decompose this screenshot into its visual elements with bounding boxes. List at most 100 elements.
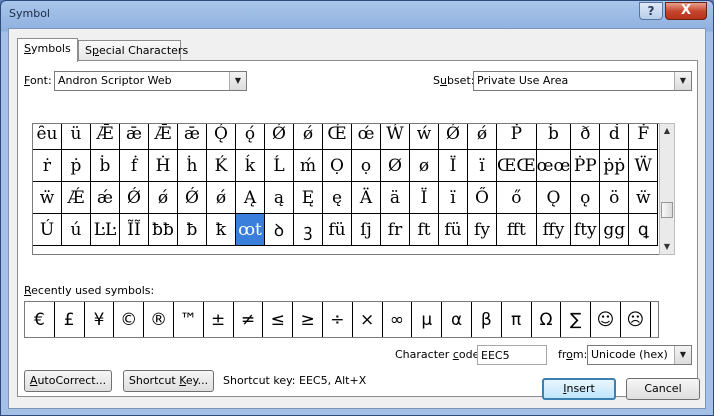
symbol-cell[interactable]: ft <box>409 213 439 246</box>
scroll-up-icon[interactable]: ▲ <box>660 124 674 138</box>
symbol-cell[interactable]: ő <box>496 181 537 214</box>
symbol-cell[interactable]: ḣ <box>177 149 207 182</box>
symbol-cell[interactable]: Ǿ <box>264 124 294 150</box>
recent-symbol-cell[interactable]: β <box>470 302 502 337</box>
font-combobox[interactable]: Andron Scriptor Web ▼ <box>54 71 247 91</box>
symbol-cell[interactable]: ǽ <box>90 181 120 214</box>
symbol-cell[interactable]: Ą <box>235 181 265 214</box>
symbol-cell[interactable]: Ǫ <box>535 181 572 214</box>
symbol-cell[interactable]: Ä <box>351 181 381 214</box>
symbol-grid[interactable]: ȇu ü Ǣǣ Ǣǣ Ǫ́ ǫ́ Ǿǿ Œ́ œ́ Ẃẃ Ǿǿ Ṗḃ ð ḋ Ḟṙ ṗ ḃ ḟ Ḣḣ Ḱḱ Ĺḿ Ọọ Øø… <box>32 123 674 255</box>
symbol-cell[interactable]: ẅ <box>33 181 62 214</box>
symbol-cell[interactable]: ẃ <box>409 124 439 150</box>
symbol-cell[interactable]: Ĺ <box>264 149 294 182</box>
symbol-cell[interactable]: fy <box>467 213 497 246</box>
symbol-cell[interactable]: Ṗ <box>496 124 537 150</box>
recent-symbol-cell[interactable]: α <box>441 302 472 337</box>
symbol-cell[interactable]: ü <box>61 124 91 150</box>
scroll-down-icon[interactable]: ▼ <box>660 240 674 254</box>
symbol-cell[interactable]: gg <box>599 213 630 246</box>
symbol-cell[interactable]: ꝺ <box>264 213 294 246</box>
help-button[interactable]: ? <box>639 2 663 20</box>
recent-symbol-cell[interactable]: ÷ <box>321 302 353 337</box>
symbol-cell[interactable]: ø <box>409 149 439 182</box>
chevron-down-icon[interactable]: ▼ <box>674 72 691 90</box>
insert-button[interactable]: Insert <box>542 378 616 400</box>
symbol-cell[interactable]: Ḟ <box>628 124 659 150</box>
symbol-cell[interactable]: œœ <box>535 149 572 182</box>
recent-symbol-cell[interactable]: × <box>351 302 383 337</box>
symbol-cell[interactable]: ą <box>264 181 294 214</box>
scroll-thumb[interactable] <box>661 202 673 218</box>
recent-symbol-cell[interactable]: ≠ <box>232 302 264 337</box>
character-code-input[interactable]: EEC5 <box>477 345 547 365</box>
recent-symbol-cell[interactable]: ☺ <box>590 302 621 337</box>
symbol-cell[interactable]: fü <box>322 213 352 246</box>
symbol-cell[interactable]: Ǣ <box>148 124 178 150</box>
symbol-cell[interactable]: ï <box>467 149 497 182</box>
recent-symbol-cell[interactable]: Ω <box>530 302 562 337</box>
symbol-cell[interactable]: ḃ <box>90 149 120 182</box>
symbol-cell[interactable]: Ǿ <box>177 181 207 214</box>
symbol-cell[interactable]: ḿ <box>293 149 323 182</box>
symbol-cell[interactable]: ṖP <box>570 149 601 182</box>
symbol-cell[interactable]: ffy <box>535 213 572 246</box>
recent-symbol-cell[interactable]: π <box>500 302 532 337</box>
symbol-cell[interactable]: ṗ <box>61 149 91 182</box>
symbol-cell[interactable]: Ø <box>380 149 410 182</box>
symbol-cell[interactable]: Œ́ <box>322 124 352 150</box>
symbol-cell[interactable]: Ő <box>467 181 497 214</box>
recent-symbol-cell[interactable]: µ <box>411 302 443 337</box>
recent-symbol-cell[interactable]: ± <box>202 302 234 337</box>
recent-symbol-cell[interactable]: £ <box>53 302 85 337</box>
symbol-cell[interactable]: ǿ <box>467 124 497 150</box>
symbol-cell[interactable]: ḱ <box>235 149 265 182</box>
recent-symbol-cell[interactable]: © <box>113 302 145 337</box>
symbol-cell[interactable]: Ú <box>33 213 62 246</box>
symbol-cell[interactable]: Ǽ <box>61 181 91 214</box>
shortcut-key-button[interactable]: Shortcut Key... <box>123 370 214 392</box>
recent-symbol-cell[interactable]: ≤ <box>262 302 294 337</box>
recent-symbol-cell[interactable]: ∞ <box>381 302 413 337</box>
symbol-cell[interactable]: Ẅ <box>628 149 659 182</box>
cancel-button[interactable]: Cancel <box>626 378 700 400</box>
recent-symbol-cell[interactable]: € <box>25 302 55 337</box>
symbol-cell[interactable]: ä <box>380 181 410 214</box>
symbol-cell[interactable]: ꝁ <box>206 213 236 246</box>
symbol-cell[interactable]: Ę <box>293 181 323 214</box>
symbol-cell[interactable]: fr <box>380 213 410 246</box>
symbol-cell[interactable]: Ẃ <box>380 124 410 150</box>
symbol-cell[interactable]: ĨĨ <box>119 213 149 246</box>
symbol-cell[interactable]: Ï <box>438 149 468 182</box>
symbol-cell[interactable]: Ǣ <box>90 124 120 150</box>
symbol-cell[interactable]: fft <box>496 213 537 246</box>
symbol-grid-scrollbar[interactable]: ▲ ▼ <box>659 123 675 255</box>
symbol-cell[interactable]: ǫ <box>570 181 601 214</box>
recent-symbol-cell[interactable]: ≥ <box>292 302 323 337</box>
symbol-cell[interactable]: ḃ <box>535 124 572 150</box>
from-combobox[interactable]: Unicode (hex) ▼ <box>587 345 692 365</box>
symbol-cell[interactable]: ƀ <box>177 213 207 246</box>
symbol-cell[interactable]: fü <box>438 213 468 246</box>
symbol-cell[interactable]: Ọ <box>322 149 352 182</box>
symbol-cell[interactable]: ẅ <box>628 181 659 214</box>
symbol-cell[interactable]: ǣ <box>177 124 207 150</box>
symbol-cell[interactable]: ŒŒ <box>496 149 537 182</box>
symbol-cell[interactable]: ǣ <box>119 124 149 150</box>
symbol-cell[interactable]: Ḣ <box>148 149 178 182</box>
symbol-cell[interactable]: ḟ <box>119 149 149 182</box>
recent-symbol-cell[interactable]: ∑ <box>560 302 592 337</box>
symbol-cell[interactable]: œ́ <box>351 124 381 150</box>
close-button[interactable]: X <box>665 2 707 20</box>
recent-symbols[interactable]: € £ ¥ © ® ™ ± ≠ ≤ ≥ ÷ × ∞ µ α β π Ω ∑ ☺ ☹ <box>24 301 659 338</box>
symbol-cell[interactable]: ꝫ <box>293 213 323 246</box>
symbol-cell[interactable]: Ǿ <box>438 124 468 150</box>
symbol-cell[interactable]: ĿĿ <box>90 213 120 246</box>
chevron-down-icon[interactable]: ▼ <box>229 72 246 90</box>
symbol-cell[interactable]: ọ <box>351 149 381 182</box>
tab-special-characters[interactable]: Special Characters <box>78 40 188 61</box>
symbol-cell[interactable]: Ï <box>409 181 439 214</box>
symbol-cell[interactable]: ꝏt <box>235 213 265 246</box>
recent-symbol-cell[interactable]: ™ <box>172 302 204 337</box>
symbol-cell[interactable]: ǫ́ <box>235 124 265 150</box>
